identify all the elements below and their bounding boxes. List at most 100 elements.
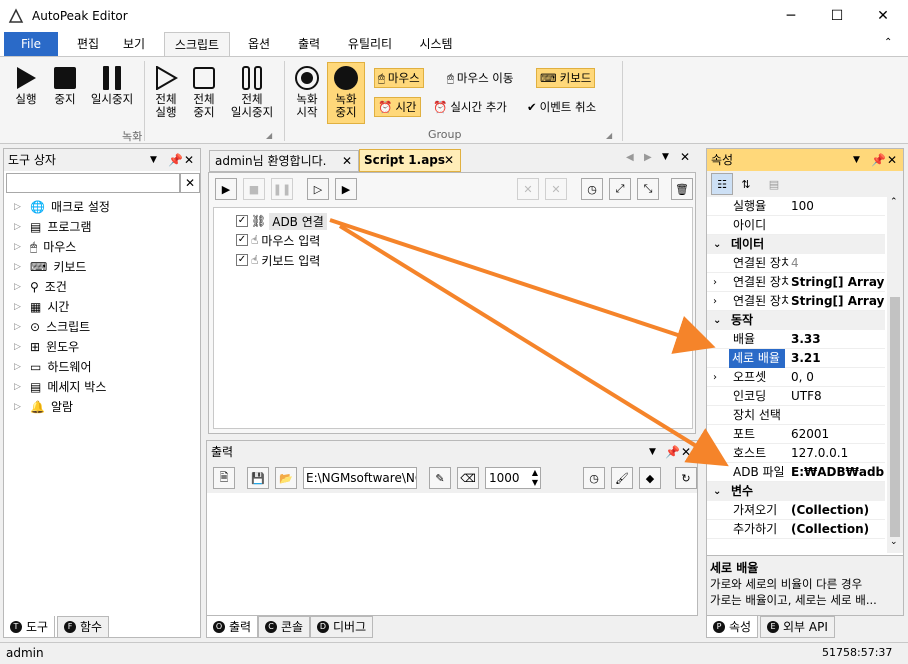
group-expand-icon[interactable]: ◢ <box>266 131 272 140</box>
expand-icon[interactable]: ▷ <box>14 297 24 317</box>
pause-button[interactable]: 일시중지 <box>86 63 138 106</box>
tree-item[interactable]: ▷ 🔔 알람 <box>14 397 73 417</box>
open-folder-icon[interactable]: 📂 <box>275 467 297 489</box>
tab-tools[interactable]: T 도구 <box>3 616 56 638</box>
menu-script[interactable]: 스크립트 <box>164 32 230 56</box>
pause-icon[interactable]: ❚❚ <box>271 178 293 200</box>
tab-properties[interactable]: P 속성 <box>706 616 759 638</box>
close-icon[interactable]: ✕ <box>681 441 691 463</box>
expand-icon[interactable]: ▷ <box>14 337 24 357</box>
pause-all-button[interactable]: 전체 일시중지 <box>226 63 278 119</box>
tree-item[interactable]: ▷ ▦ 시간 <box>14 297 69 317</box>
expand-icon[interactable]: ▷ <box>14 277 24 297</box>
expand-icon[interactable]: › <box>713 273 717 292</box>
pin-icon[interactable]: 📌 <box>665 441 680 463</box>
property-category[interactable]: ⌄ 동작 <box>707 311 885 330</box>
collapse-icon[interactable]: ⌄ <box>713 482 721 501</box>
expand-icon[interactable]: ▷ <box>14 257 24 277</box>
expand-icon[interactable]: › <box>713 368 717 387</box>
group-expand-icon[interactable]: ◢ <box>606 131 612 140</box>
output-path-input[interactable]: E:\NGMsoftware\NG <box>303 467 417 489</box>
property-row[interactable]: 호스트 127.0.0.1 <box>707 444 885 463</box>
checkbox[interactable]: ✓ <box>236 215 248 227</box>
new-file-icon[interactable]: 🗎 <box>213 467 235 489</box>
file-menu[interactable]: File <box>4 32 58 56</box>
node-adb[interactable]: ✓ ⛓ ADB 연결 <box>236 212 327 230</box>
close-icon[interactable]: ✕ <box>887 149 897 171</box>
dropdown-icon[interactable]: ▼ <box>662 152 669 162</box>
clock-icon[interactable]: ◷ <box>581 178 603 200</box>
expand-icon[interactable]: ▷ <box>14 197 24 217</box>
property-row[interactable]: 포트 62001 <box>707 425 885 444</box>
collapse-ribbon-icon[interactable]: ⌃ <box>884 37 892 48</box>
tree-item[interactable]: ▷ ⊞ 윈도우 <box>14 337 79 357</box>
minimize-button[interactable]: ─ <box>768 0 814 32</box>
tree-item[interactable]: ▷ ⊙ 스크립트 <box>14 317 90 337</box>
keyboard-toggle[interactable]: ⌨ 키보드 <box>536 68 596 88</box>
close-icon[interactable]: ✕ <box>184 149 194 171</box>
expand-icon[interactable]: ▷ <box>14 377 24 397</box>
pin-icon[interactable]: 📌 <box>168 149 183 171</box>
clear-search-icon[interactable]: ✕ <box>180 173 200 193</box>
property-category[interactable]: ⌄ 데이터 <box>707 235 885 254</box>
menu-utility[interactable]: 유틸리티 <box>338 32 402 56</box>
tab-functions[interactable]: F 함수 <box>57 616 110 638</box>
sort-az-icon[interactable]: ⇅ <box>735 173 757 195</box>
maximize-button[interactable]: ☐ <box>814 0 860 32</box>
expand-icon[interactable]: ▷ <box>14 357 24 377</box>
property-row[interactable]: › 연결된 장치 String[] Array <box>707 273 885 292</box>
tab-script[interactable]: Script 1.aps ✕ <box>359 149 461 172</box>
scroll-up-icon[interactable]: ⌃ <box>890 197 898 207</box>
toolbox-search-input[interactable] <box>6 173 180 193</box>
clock-icon[interactable]: ◷ <box>583 467 605 489</box>
clean-icon[interactable]: ✎ <box>429 467 451 489</box>
cancel-event-button[interactable]: ✔ 이벤트 취소 <box>524 97 599 117</box>
brush-icon[interactable]: 🖌 <box>611 467 633 489</box>
scrollbar-thumb[interactable] <box>890 297 900 537</box>
categorized-icon[interactable]: ☷ <box>711 173 733 195</box>
play-box-icon[interactable]: ▶ <box>335 178 357 200</box>
scroll-down-icon[interactable]: ⌄ <box>890 537 898 547</box>
property-row[interactable]: 연결된 장치 4 <box>707 254 885 273</box>
property-category[interactable]: ⌄ 변수 <box>707 482 885 501</box>
run-all-button[interactable]: 전체 실행 <box>148 63 184 119</box>
count-stepper[interactable]: 1000 ▲ ▼ <box>485 467 541 489</box>
expand-icon[interactable]: ▷ <box>14 397 24 417</box>
property-row[interactable]: › 오프셋 0, 0 <box>707 368 885 387</box>
scroll-left-icon[interactable]: ◀ <box>626 152 634 163</box>
tab-external-api[interactable]: E 외부 API <box>760 616 835 638</box>
play-icon[interactable]: ▶ <box>215 178 237 200</box>
property-row[interactable]: ADB 파일E:₩ADB₩adb.exe <box>707 463 885 482</box>
stop-all-button[interactable]: 전체 중지 <box>186 63 222 119</box>
tab-debug[interactable]: D 디버그 <box>310 616 374 638</box>
scrollbar[interactable]: ⌃ ⌄ <box>887 197 903 553</box>
property-row[interactable]: 가져오기 (Collection) <box>707 501 885 520</box>
collapse-icon[interactable]: ⌄ <box>713 311 721 330</box>
run-button[interactable]: 실행 <box>8 63 44 106</box>
close-tab-icon[interactable]: ✕ <box>444 150 454 171</box>
pin-icon[interactable]: 📌 <box>871 149 886 171</box>
fill-icon[interactable]: ◆ <box>639 467 661 489</box>
property-row[interactable]: 배율 3.33 <box>707 330 885 349</box>
stop-icon[interactable]: ■ <box>243 178 265 200</box>
tab-welcome[interactable]: admin님 환영합니다. ✕ <box>209 150 359 172</box>
property-pages-icon[interactable]: ▤ <box>763 173 785 195</box>
close-tab-icon[interactable]: ✕ <box>342 151 352 171</box>
tab-console[interactable]: C 콘솔 <box>258 616 311 638</box>
checkbox[interactable]: ✓ <box>236 234 248 246</box>
property-row[interactable]: 실행율 100 <box>707 197 885 216</box>
expand-icon[interactable]: › <box>713 292 717 311</box>
time-toggle[interactable]: ⏰ 시간 <box>374 97 421 117</box>
tree-item[interactable]: ▷ 🌐 매크로 설정 <box>14 197 110 217</box>
save-icon[interactable]: 💾 <box>247 467 269 489</box>
remove-icon[interactable]: ✕ <box>517 178 539 200</box>
dropdown-icon[interactable]: ▼ <box>150 149 157 171</box>
expand-icon[interactable]: ▷ <box>14 317 24 337</box>
spinner-icon[interactable]: ▲ ▼ <box>532 468 538 488</box>
dropdown-icon[interactable]: ▼ <box>649 441 656 463</box>
menu-system[interactable]: 시스템 <box>410 32 462 56</box>
tree-item[interactable]: ▷ ▤ 메세지 박스 <box>14 377 106 397</box>
delete-icon[interactable]: 🗑 <box>671 178 693 200</box>
refresh-icon[interactable]: ↻ <box>675 467 697 489</box>
menu-output[interactable]: 출력 <box>286 32 332 56</box>
